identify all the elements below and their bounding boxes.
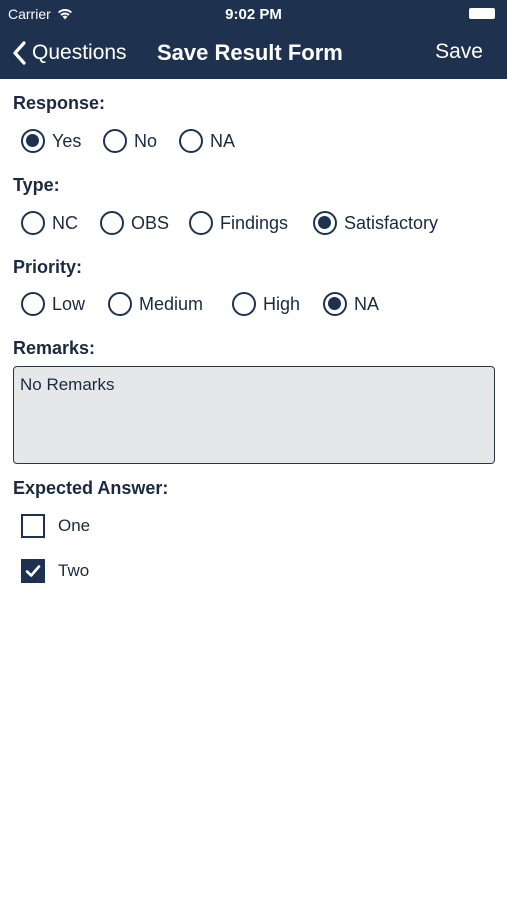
response-option-yes[interactable]: Yes: [21, 126, 81, 156]
expected-answer-label: Expected Answer:: [13, 478, 169, 498]
expected-answer-option-one[interactable]: One: [21, 513, 90, 539]
response-option-no[interactable]: No: [103, 126, 157, 156]
checkbox-checked[interactable]: [21, 559, 45, 583]
radio-button[interactable]: [323, 292, 347, 316]
radio-label: Medium: [139, 293, 204, 314]
radio-button[interactable]: [100, 211, 124, 235]
type-option-satisfactory[interactable]: Satisfactory: [313, 208, 438, 238]
response-radio-group: Yes No NA: [0, 126, 507, 156]
expected-answer-option-two[interactable]: Two: [21, 558, 89, 584]
type-option-nc[interactable]: NC: [21, 208, 78, 238]
radio-label: NC: [52, 212, 78, 233]
radio-button[interactable]: [103, 129, 127, 153]
radio-label: NA: [210, 130, 236, 151]
checkbox-label: One: [58, 516, 91, 535]
radio-button[interactable]: [21, 129, 45, 153]
response-label: Response:: [13, 93, 106, 113]
radio-label: Findings: [220, 212, 289, 233]
status-time: 9:02 PM: [225, 6, 282, 23]
type-option-findings[interactable]: Findings: [189, 208, 288, 238]
radio-label: NA: [354, 293, 380, 314]
header: Carrier 9:02 PM Questions Save Result Fo…: [0, 0, 507, 79]
priority-radio-group: Low Medium High NA: [0, 289, 507, 319]
back-label: Questions: [32, 41, 127, 64]
radio-button[interactable]: [179, 129, 203, 153]
radio-button[interactable]: [21, 292, 45, 316]
checkbox[interactable]: [21, 514, 45, 538]
radio-label: High: [263, 293, 301, 314]
remarks-label: Remarks:: [13, 338, 96, 358]
type-label: Type:: [13, 175, 60, 195]
type-radio-group: NC OBS Findings Satisfactory: [0, 208, 507, 238]
checkbox-label: Two: [58, 561, 90, 580]
response-option-na[interactable]: NA: [179, 126, 235, 156]
priority-option-high[interactable]: High: [232, 289, 300, 319]
radio-button[interactable]: [189, 211, 213, 235]
chevron-back-icon: [13, 41, 26, 65]
status-bar: Carrier 9:02 PM: [0, 0, 507, 28]
nav-bar: Questions Save Result Form Save: [0, 28, 507, 79]
battery-icon: [469, 8, 495, 19]
radio-button[interactable]: [21, 211, 45, 235]
priority-option-medium[interactable]: Medium: [108, 289, 203, 319]
page-title: Save Result Form: [157, 40, 343, 65]
back-button[interactable]: Questions: [12, 38, 127, 68]
radio-label: Low: [52, 293, 86, 314]
radio-button[interactable]: [232, 292, 256, 316]
remarks-textarea[interactable]: No Remarks: [13, 366, 495, 464]
radio-button[interactable]: [108, 292, 132, 316]
radio-label: Yes: [52, 130, 82, 151]
radio-label: No: [134, 130, 158, 151]
radio-label: OBS: [131, 212, 170, 233]
radio-label: Satisfactory: [344, 212, 439, 233]
priority-label: Priority:: [13, 257, 83, 277]
priority-option-low[interactable]: Low: [21, 289, 85, 319]
save-button[interactable]: Save: [435, 40, 483, 64]
checkmark-icon: [25, 565, 41, 577]
radio-button[interactable]: [313, 211, 337, 235]
priority-option-na[interactable]: NA: [323, 289, 379, 319]
type-option-obs[interactable]: OBS: [100, 208, 169, 238]
